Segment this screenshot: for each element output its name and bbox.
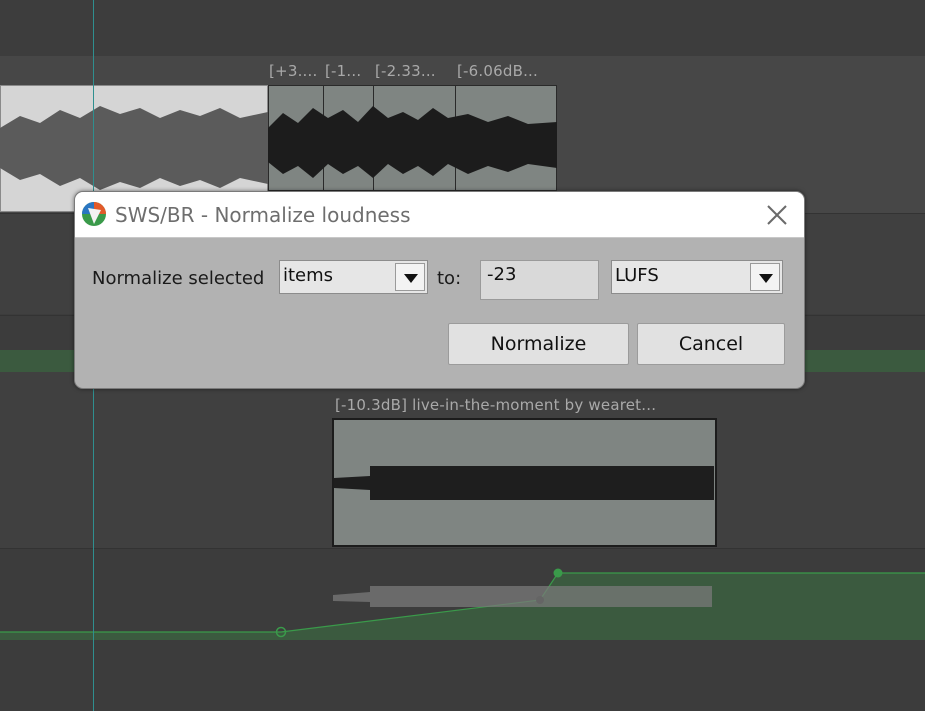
item-label: [-6.06dB... (457, 62, 538, 80)
cancel-button[interactable]: Cancel (637, 323, 785, 365)
normalize-loudness-dialog: SWS/BR - Normalize loudness Normalize se… (74, 191, 805, 389)
item-label: [-2.33... (375, 62, 436, 80)
item-label: [-1... (325, 62, 362, 80)
track-lane-top (0, 0, 925, 56)
waveform (0, 106, 268, 190)
reaper-logo-icon (82, 202, 106, 226)
dialog-title: SWS/BR - Normalize loudness (115, 203, 411, 227)
unit-select[interactable]: LUFS (611, 260, 783, 294)
item-label: [+3.... (269, 62, 318, 80)
normalize-selected-label: Normalize selected (92, 268, 265, 289)
normalize-button[interactable]: Normalize (448, 323, 629, 365)
chevron-down-icon[interactable] (750, 263, 780, 291)
volume-envelope[interactable] (0, 548, 925, 711)
target-select[interactable]: items (279, 260, 428, 294)
item-label: [-10.3dB] live-in-the-moment by wearet..… (335, 396, 657, 414)
close-icon[interactable] (762, 200, 792, 230)
unit-select-value: LUFS (615, 265, 659, 286)
dialog-titlebar[interactable]: SWS/BR - Normalize loudness (75, 192, 804, 238)
waveform (268, 106, 557, 178)
loudness-level-input[interactable] (480, 260, 599, 300)
chevron-down-icon[interactable] (395, 263, 425, 291)
target-select-value: items (283, 265, 334, 286)
waveform (334, 466, 714, 500)
to-label: to: (437, 268, 462, 289)
